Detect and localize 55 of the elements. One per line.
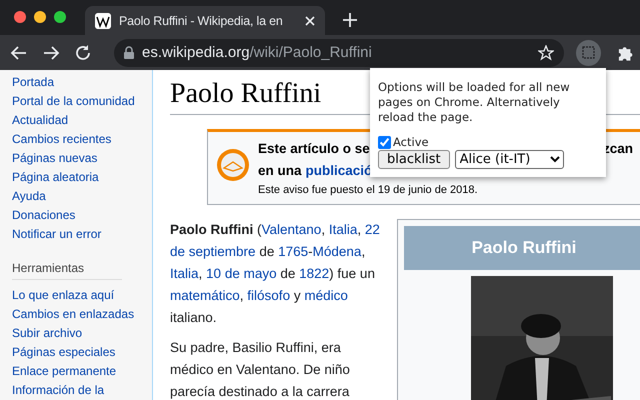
article-link[interactable]: matemático — [170, 288, 240, 303]
sidebar-link[interactable]: Portal de la comunidad — [12, 92, 136, 111]
forward-icon[interactable] — [42, 44, 60, 62]
article-link[interactable]: de septiembre — [170, 244, 256, 259]
blacklist-button[interactable]: blacklist — [378, 150, 450, 169]
article-link[interactable]: 1822 — [299, 266, 330, 281]
sidebar-link[interactable]: Notificar un error — [12, 225, 136, 244]
sidebar-link[interactable]: Página aleatoria — [12, 168, 136, 187]
sidebar-link[interactable]: Lo que enlaza aquí — [12, 286, 136, 305]
notice-text: en una — [258, 162, 302, 180]
sidebar-link[interactable]: Portada — [12, 73, 136, 92]
minimize-window-icon[interactable] — [34, 11, 46, 23]
browser-tab[interactable]: Paolo Ruffini - Wikipedia, la en — [85, 6, 325, 35]
close-window-icon[interactable] — [14, 11, 26, 23]
sidebar-link[interactable]: Cambios en enlazadas — [12, 305, 136, 324]
article-link[interactable]: Valentano — [262, 222, 322, 237]
infobox-title: Paolo Ruffini — [404, 226, 640, 270]
sidebar-link[interactable]: Ayuda — [12, 187, 136, 206]
notice-text: Este artículo o se — [258, 140, 370, 158]
sidebar-link[interactable]: Donaciones — [12, 206, 136, 225]
article-paragraph: Su padre, Basilio Ruffini, era médico en Valentano. De niño parecía destinado a la carrera — [170, 339, 351, 400]
sidebar-link[interactable]: Páginas nuevas — [12, 149, 136, 168]
book-icon — [216, 148, 250, 182]
sidebar-link[interactable]: Enlace permanente — [12, 362, 136, 381]
active-checkbox[interactable] — [378, 136, 391, 148]
wiki-icon — [95, 12, 111, 28]
lock-icon — [124, 46, 134, 59]
voice-select[interactable]: Alice (it-IT) — [454, 150, 564, 169]
article-link[interactable]: filósofo — [247, 288, 290, 303]
square-icon — [582, 46, 595, 59]
sidebar-link[interactable]: Páginas especiales — [12, 343, 136, 362]
address-bar[interactable]: es.wikipedia.org/wiki/Paolo_Ruffini — [114, 38, 564, 66]
sidebar-heading: Herramientas — [12, 261, 122, 280]
article-link[interactable]: médico — [304, 288, 348, 303]
article-link[interactable]: Módena — [312, 244, 362, 259]
article-link[interactable]: Italia — [170, 266, 199, 281]
notice-link[interactable]: publicació — [306, 160, 372, 182]
sidebar-link[interactable]: Cambios recientes — [12, 130, 136, 149]
article-link[interactable]: 22 — [364, 222, 380, 237]
new-tab-icon[interactable] — [343, 13, 357, 27]
article-link[interactable]: Italia — [328, 222, 358, 237]
sidebar-link[interactable]: Actualidad — [12, 111, 136, 130]
article-paragraph: Paolo Ruffini (Valentano, Italia, 22 de septiembre de 1765-Módena, Italia, 10 de mayo de 1822) fue un matemático, filósofo y médico italiano. — [170, 221, 381, 327]
maximize-window-icon[interactable] — [54, 11, 66, 23]
star-icon[interactable] — [538, 44, 554, 60]
close-icon[interactable] — [305, 16, 315, 26]
sidebar-link[interactable]: Información de la — [12, 381, 136, 400]
notice-date: Este aviso fue puesto el 19 de junio de 2018. — [258, 183, 479, 198]
extension-button[interactable] — [576, 40, 601, 66]
reload-icon[interactable] — [74, 44, 92, 62]
article-link[interactable]: 1765 — [278, 244, 308, 259]
sidebar-link[interactable]: Subir archivo — [12, 324, 136, 343]
checkbox-label: Active — [393, 135, 429, 149]
article-link[interactable]: 10 de mayo — [206, 266, 277, 281]
back-icon[interactable] — [10, 44, 28, 62]
